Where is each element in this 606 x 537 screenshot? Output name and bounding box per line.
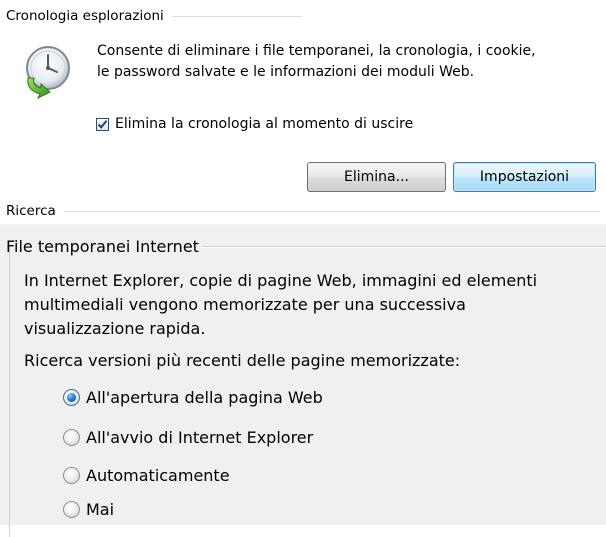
group-divider [201,245,606,248]
radio-selected-icon[interactable] [63,389,80,406]
radio-option-label: All'avvio di Internet Explorer [86,428,314,447]
search-section-header: Ricerca [6,203,600,219]
radio-unselected-icon[interactable] [63,429,80,446]
description-line: Consente di eliminare i file temporanei,… [97,43,536,59]
browsing-history-description: Consente di eliminare i file temporanei,… [97,41,606,83]
radio-option-label: Automaticamente [86,466,230,485]
section-divider [171,15,302,17]
radio-option-automatic[interactable]: Automaticamente [63,466,230,485]
check-newer-versions-label: Ricerca versioni più recenti delle pagin… [24,351,461,370]
history-clock-icon [26,46,70,100]
temporary-files-description: In Internet Explorer, copie di pagine We… [24,269,606,341]
description-line: visualizzazione rapida. [24,319,206,338]
checkbox-checked-icon[interactable] [96,117,109,131]
radio-option-label: All'apertura della pagina Web [86,388,323,407]
temporary-files-dialog: File temporanei Internet In Internet Exp… [0,224,606,537]
checkmark-icon [97,119,108,129]
delete-on-exit-label: Elimina la cronologia al momento di usci… [115,116,414,132]
delete-on-exit-checkbox[interactable]: Elimina la cronologia al momento di usci… [96,116,413,132]
section-divider [63,210,600,212]
description-line: In Internet Explorer, copie di pagine We… [24,271,538,290]
delete-button[interactable]: Elimina... [307,162,446,192]
radio-option-never[interactable]: Mai [63,500,114,519]
radio-option-every-visit[interactable]: All'apertura della pagina Web [63,388,323,407]
radio-unselected-icon[interactable] [63,501,80,518]
radio-option-on-startup[interactable]: All'avvio di Internet Explorer [63,428,313,447]
temporary-files-group-header: File temporanei Internet [6,237,606,256]
browsing-history-section-header: Cronologia esplorazioni [6,8,600,24]
temporary-files-title: File temporanei Internet [6,237,199,256]
search-title: Ricerca [6,203,56,219]
settings-button[interactable]: Impostazioni [453,162,596,192]
description-line: le password salvate e le informazioni de… [97,64,475,80]
browsing-history-title: Cronologia esplorazioni [6,8,164,24]
description-line: multimediali vengono memorizzate per una… [24,295,466,314]
radio-unselected-icon[interactable] [63,467,80,484]
radio-option-label: Mai [86,500,115,519]
